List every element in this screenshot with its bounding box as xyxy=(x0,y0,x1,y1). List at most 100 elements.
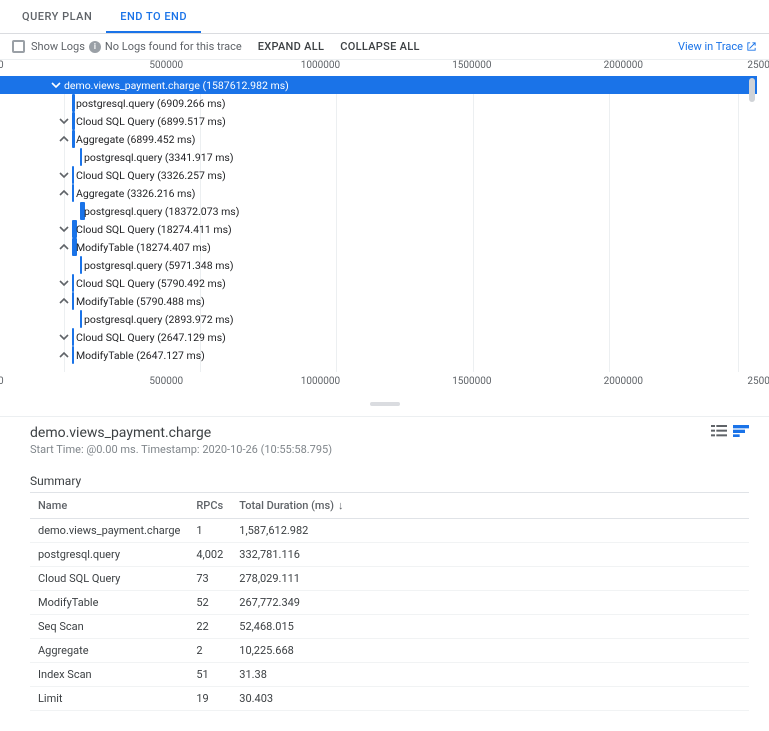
axis-tick: 2000000 xyxy=(604,60,643,71)
col-header-total[interactable]: Total Duration (ms)↓ xyxy=(231,493,749,519)
cell-name: Aggregate xyxy=(30,639,188,663)
span-label: Cloud SQL Query (6899.517 ms) xyxy=(72,115,226,128)
col-header-name[interactable]: Name xyxy=(30,493,188,519)
cell-total: 52,468.015 xyxy=(231,615,749,639)
col-header-rpcs[interactable]: RPCs xyxy=(188,493,231,519)
chevron-up-icon[interactable] xyxy=(58,133,70,145)
cell-rpcs: 4,002 xyxy=(188,543,231,567)
span-label: Aggregate (6899.452 ms) xyxy=(72,133,195,146)
span-label: postgresql.query (18372.073 ms) xyxy=(80,205,239,218)
span-label: postgresql.query (3341.917 ms) xyxy=(80,151,233,164)
trace-row[interactable]: Aggregate (3326.216 ms) xyxy=(0,184,757,202)
table-row[interactable]: ModifyTable52267,772.349 xyxy=(30,591,749,615)
axis-tick: 1000000 xyxy=(301,60,340,71)
chevron-up-icon[interactable] xyxy=(58,349,70,361)
detail-panel: demo.views_payment.charge Start Time: @0… xyxy=(0,416,769,731)
table-row[interactable]: postgresql.query4,002332,781.116 xyxy=(30,543,749,567)
cell-rpcs: 22 xyxy=(188,615,231,639)
trace-area: 0 500000 1000000 1500000 2000000 250000 demo.… xyxy=(0,60,769,392)
cell-total: 332,781.116 xyxy=(231,543,749,567)
cell-total: 31.38 xyxy=(231,663,749,687)
vertical-scrollbar[interactable] xyxy=(749,78,755,102)
chevron-down-icon[interactable] xyxy=(58,223,70,235)
chevron-up-icon[interactable] xyxy=(58,187,70,199)
cell-name: demo.views_payment.charge xyxy=(30,519,188,543)
cell-total: 1,587,612.982 xyxy=(231,519,749,543)
trace-row[interactable]: Cloud SQL Query (18274.411 ms) xyxy=(0,220,757,238)
cell-name: ModifyTable xyxy=(30,591,188,615)
trace-row[interactable]: ModifyTable (2647.127 ms) xyxy=(0,346,757,364)
trace-row[interactable]: Cloud SQL Query (5790.492 ms) xyxy=(0,274,757,292)
cell-rpcs: 52 xyxy=(188,591,231,615)
cell-name: Cloud SQL Query xyxy=(30,567,188,591)
table-row[interactable]: Index Scan5131.38 xyxy=(30,663,749,687)
span-label: Cloud SQL Query (18274.411 ms) xyxy=(72,223,232,236)
trace-row[interactable]: postgresql.query (2893.972 ms) xyxy=(0,310,757,328)
collapse-all-button[interactable]: COLLAPSE ALL xyxy=(340,40,419,53)
table-row[interactable]: Aggregate210,225.668 xyxy=(30,639,749,663)
span-label: Cloud SQL Query (2647.129 ms) xyxy=(72,331,226,344)
cell-rpcs: 73 xyxy=(188,567,231,591)
table-row[interactable]: Cloud SQL Query73278,029.111 xyxy=(30,567,749,591)
cell-name: Seq Scan xyxy=(30,615,188,639)
table-row[interactable]: Limit1930.403 xyxy=(30,687,749,711)
view-in-trace-link[interactable]: View in Trace xyxy=(678,40,743,53)
table-row[interactable]: Seq Scan2252,468.015 xyxy=(30,615,749,639)
axis-tick: 0 xyxy=(0,60,4,71)
trace-row[interactable]: postgresql.query (6909.266 ms) xyxy=(0,94,757,112)
trace-row[interactable]: ModifyTable (18274.407 ms) xyxy=(0,238,757,256)
chevron-down-icon[interactable] xyxy=(58,277,70,289)
trace-row[interactable]: Cloud SQL Query (3326.257 ms) xyxy=(0,166,757,184)
axis-tick: 1500000 xyxy=(452,376,491,387)
list-view-icon[interactable] xyxy=(711,425,727,437)
span-label: postgresql.query (6909.266 ms) xyxy=(72,97,225,110)
cell-rpcs: 2 xyxy=(188,639,231,663)
trace-row[interactable]: ModifyTable (5790.488 ms) xyxy=(0,292,757,310)
trace-row[interactable]: Cloud SQL Query (6899.517 ms) xyxy=(0,112,757,130)
axis-tick: 1500000 xyxy=(452,60,491,71)
summary-table: Name RPCs Total Duration (ms)↓ demo.view… xyxy=(30,492,749,711)
summary-heading: Summary xyxy=(30,474,749,488)
tab-query-plan[interactable]: QUERY PLAN xyxy=(8,2,106,33)
expand-all-button[interactable]: EXPAND ALL xyxy=(258,40,325,53)
cell-total: 278,029.111 xyxy=(231,567,749,591)
span-label: postgresql.query (5971.348 ms) xyxy=(80,259,233,272)
cell-rpcs: 19 xyxy=(188,687,231,711)
cell-total: 267,772.349 xyxy=(231,591,749,615)
cell-total: 10,225.668 xyxy=(231,639,749,663)
axis-tick: 250000 xyxy=(747,60,769,71)
axis-tick: 0 xyxy=(0,376,4,387)
trace-row[interactable]: Aggregate (6899.452 ms) xyxy=(0,130,757,148)
span-label: Cloud SQL Query (5790.492 ms) xyxy=(72,277,226,290)
axis-tick: 500000 xyxy=(149,376,183,387)
cell-total: 30.403 xyxy=(231,687,749,711)
chevron-up-icon[interactable] xyxy=(58,295,70,307)
detail-title: demo.views_payment.charge xyxy=(30,425,332,441)
trace-row[interactable]: postgresql.query (18372.073 ms) xyxy=(0,202,757,220)
cell-name: Index Scan xyxy=(30,663,188,687)
axis-tick: 2000000 xyxy=(604,376,643,387)
span-label: ModifyTable (5790.488 ms) xyxy=(72,295,205,308)
trace-body[interactable]: demo.views_payment.charge (1587612.982 m… xyxy=(0,76,757,372)
table-row[interactable]: demo.views_payment.charge11,587,612.982 xyxy=(30,519,749,543)
tab-end-to-end[interactable]: END TO END xyxy=(106,2,201,33)
axis-tick: 250000 xyxy=(747,376,769,387)
trace-row[interactable]: postgresql.query (3341.917 ms) xyxy=(0,148,757,166)
cell-rpcs: 1 xyxy=(188,519,231,543)
chevron-down-icon[interactable] xyxy=(50,79,62,91)
trace-row[interactable]: Cloud SQL Query (2647.129 ms) xyxy=(0,328,757,346)
span-label: postgresql.query (2893.972 ms) xyxy=(80,313,233,326)
chevron-up-icon[interactable] xyxy=(58,241,70,253)
trace-row[interactable]: postgresql.query (5971.348 ms) xyxy=(0,256,757,274)
info-icon[interactable]: i xyxy=(89,41,101,53)
chevron-down-icon[interactable] xyxy=(58,331,70,343)
pane-resize-handle[interactable] xyxy=(370,402,400,406)
bars-view-icon[interactable] xyxy=(733,425,749,437)
chevron-down-icon[interactable] xyxy=(58,169,70,181)
show-logs-checkbox[interactable] xyxy=(12,40,25,53)
axis-tick: 500000 xyxy=(149,60,183,71)
trace-row[interactable]: demo.views_payment.charge (1587612.982 m… xyxy=(0,76,757,94)
show-logs-label: Show Logs xyxy=(31,40,85,53)
chevron-down-icon[interactable] xyxy=(58,115,70,127)
axis-bottom: 0500000100000015000002000000250000 xyxy=(0,376,757,390)
